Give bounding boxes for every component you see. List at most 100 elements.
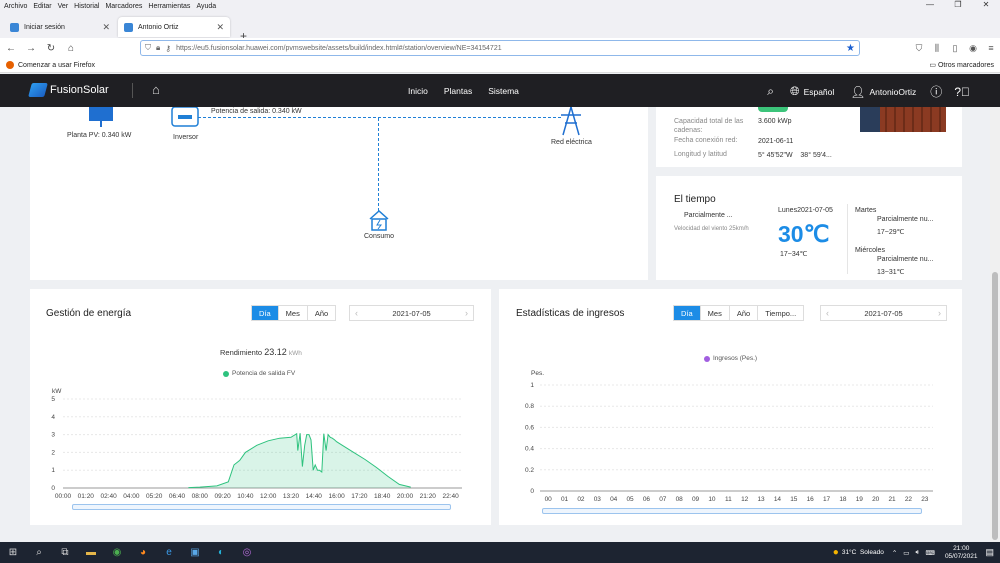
language-selector[interactable]: Español xyxy=(804,87,835,97)
menu-ver[interactable]: Ver xyxy=(58,3,69,10)
nav-inicio[interactable]: Inicio xyxy=(408,86,428,96)
weather-card: El tiempo Parcialmente ... Velocidad del… xyxy=(656,176,962,280)
sidebar-icon[interactable]: ▯ xyxy=(946,43,964,54)
task-view-icon[interactable]: ⧉ xyxy=(52,547,78,558)
energy-zoom-slider[interactable] xyxy=(72,504,451,510)
other-bookmarks-label: Otros marcadores xyxy=(937,62,994,69)
edge-legacy-icon[interactable]: e xyxy=(156,547,182,558)
file-explorer-icon[interactable]: ▬ xyxy=(78,547,104,558)
y-tick-label: 2 xyxy=(51,449,55,456)
inverter-label: Inversor xyxy=(173,134,199,141)
y-tick-label: 0.2 xyxy=(525,467,534,474)
user-name[interactable]: AntonioOrtiz xyxy=(870,87,917,97)
menu-ayuda[interactable]: Ayuda xyxy=(196,3,216,10)
plant-pv-label: Planta PV: 0.340 kW xyxy=(67,132,132,139)
fusionsolar-logo[interactable]: FusionSolar xyxy=(28,83,109,97)
wind-speed: Velocidad del viento 25km/h xyxy=(674,226,749,232)
clock[interactable]: 21:00 05/07/2021 xyxy=(945,545,978,561)
flow-line-consumption xyxy=(378,118,379,211)
scrollbar-thumb[interactable] xyxy=(992,272,998,540)
home-icon[interactable]: ⌂ xyxy=(152,82,160,97)
plant-info-card: Capacidad total de las cadenas: 3.600 kW… xyxy=(656,107,962,167)
tab-antonio-ortiz[interactable]: Antonio Ortiz ✕ xyxy=(118,17,230,37)
search-icon[interactable]: ⌕ xyxy=(26,547,52,558)
x-tick-label: 11 xyxy=(725,496,732,503)
x-tick-label: 01 xyxy=(561,496,569,503)
page-scrollbar[interactable] xyxy=(990,107,1000,542)
browser-navbar: ← → ↻ ⌂ ⛉ 🔒︎ ⚷ https://eu5.fusionsolar.h… xyxy=(0,38,1000,58)
nav-sistema[interactable]: Sistema xyxy=(488,86,519,96)
x-tick-label: 23 xyxy=(921,496,929,503)
back-icon[interactable]: ← xyxy=(2,43,20,54)
tray-chevron-icon[interactable]: ⌃ xyxy=(892,549,897,557)
favicon-icon xyxy=(10,22,19,32)
weather-divider xyxy=(847,204,848,274)
plant-photo xyxy=(860,107,946,132)
grid-date-label: Fecha conexión red: xyxy=(674,137,738,144)
menu-editar[interactable]: Editar xyxy=(33,3,51,10)
menu-herramientas[interactable]: Herramientas xyxy=(148,3,190,10)
x-tick-label: 12 xyxy=(741,496,749,503)
home-icon[interactable]: ⌂ xyxy=(62,43,80,54)
x-tick-label: 05 xyxy=(626,496,634,503)
firefox-icon[interactable]: ◕ xyxy=(130,547,156,558)
language-icon[interactable]: ⌨︎ xyxy=(926,549,935,557)
brand-name: FusionSolar xyxy=(50,84,109,96)
minimize-icon[interactable]: — xyxy=(916,0,944,12)
reload-icon[interactable]: ↻ xyxy=(42,43,60,54)
tab-iniciar-sesion[interactable]: Iniciar sesión ✕ xyxy=(4,17,116,37)
bookmark-star-icon[interactable]: ★ xyxy=(846,43,855,54)
pocket-icon[interactable]: ⛉ xyxy=(910,43,928,54)
menu-icon[interactable]: ≡ xyxy=(982,43,1000,53)
x-tick-label: 07 xyxy=(659,496,667,503)
library-icon[interactable]: ⫼ xyxy=(928,43,946,54)
close-window-icon[interactable]: ✕ xyxy=(972,0,1000,12)
x-tick-label: 05:20 xyxy=(146,493,163,500)
close-tab-icon[interactable]: ✕ xyxy=(216,22,224,33)
notifications-icon[interactable]: ▤ xyxy=(985,547,994,558)
nav-plantas[interactable]: Plantas xyxy=(444,86,472,96)
lock-icon[interactable]: 🔒︎ xyxy=(156,43,160,53)
account-icon[interactable]: ◉ xyxy=(964,43,982,54)
globe-icon[interactable]: 🌐︎ xyxy=(790,84,800,99)
x-tick-label: 09 xyxy=(692,496,700,503)
bookmark-firefox[interactable]: Comenzar a usar Firefox xyxy=(6,61,95,69)
menu-marcadores[interactable]: Marcadores xyxy=(105,3,142,10)
shield-icon[interactable]: ⛉ xyxy=(145,43,151,53)
windows-start-icon[interactable]: ⊞ xyxy=(0,547,26,558)
x-tick-label: 18:40 xyxy=(374,493,391,500)
chrome-icon[interactable]: ◉ xyxy=(104,547,130,558)
app-icon[interactable]: ◎ xyxy=(234,547,260,558)
y-tick-label: 1 xyxy=(530,382,534,389)
energy-chart: kW 0 1 2 3 4 5 00:00 01:20 02:40 04:00 05:20 06:40 08… xyxy=(51,388,462,500)
header-divider xyxy=(132,83,133,98)
weather-title: El tiempo xyxy=(674,194,716,205)
url-bar[interactable]: ⛉ 🔒︎ ⚷ https://eu5.fusionsolar.huawei.co… xyxy=(140,40,860,56)
menu-historial[interactable]: Historial xyxy=(74,3,99,10)
weather-widget[interactable]: 31°C Soleado xyxy=(842,549,884,556)
weather-today-range: 17~34℃ xyxy=(780,251,808,258)
forward-icon[interactable]: → xyxy=(22,43,40,54)
volume-icon[interactable]: 🔉︎ xyxy=(915,549,919,557)
y-tick-label: 4 xyxy=(51,414,55,421)
clock-time: 21:00 xyxy=(953,544,970,552)
url-text[interactable]: https://eu5.fusionsolar.huawei.com/pvmsw… xyxy=(176,45,502,52)
x-tick-label: 04:00 xyxy=(123,493,140,500)
store-icon[interactable]: ▣ xyxy=(182,547,208,558)
forecast-range: 17~29℃ xyxy=(877,229,905,236)
info-icon[interactable]: ⓘ xyxy=(930,83,942,100)
user-icon[interactable]: 👤︎ xyxy=(850,85,865,99)
close-tab-icon[interactable]: ✕ xyxy=(102,22,110,33)
network-icon[interactable]: ▭ xyxy=(903,549,909,557)
other-bookmarks[interactable]: ▭ Otros marcadores xyxy=(929,61,994,69)
edge-icon[interactable]: ◐ xyxy=(208,547,234,558)
bookmark-label: Comenzar a usar Firefox xyxy=(18,61,96,69)
help-icon[interactable]: ?⃝ xyxy=(954,85,970,99)
x-tick-label: 02 xyxy=(577,496,585,503)
key-icon[interactable]: ⚷ xyxy=(165,44,171,53)
menu-archivo[interactable]: Archivo xyxy=(4,3,27,10)
firefox-icon xyxy=(6,61,14,69)
search-icon[interactable]: ⌕ xyxy=(767,84,774,99)
income-zoom-slider[interactable] xyxy=(542,508,922,514)
restore-icon[interactable]: ❐ xyxy=(944,0,972,12)
